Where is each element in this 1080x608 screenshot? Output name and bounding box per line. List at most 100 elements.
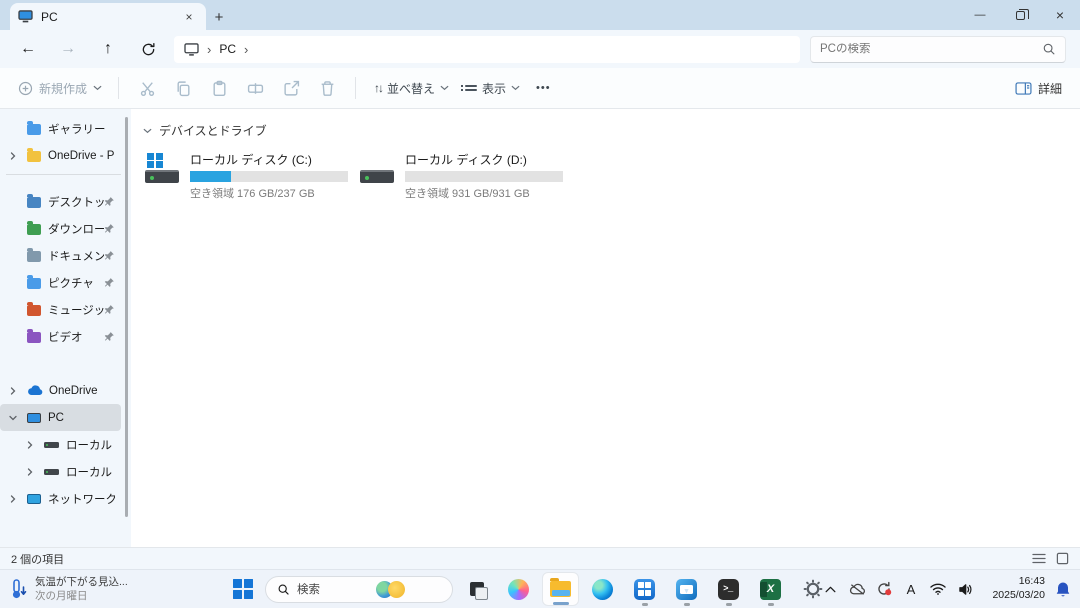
explorer-tab-bar: PC × + — × bbox=[0, 0, 1080, 30]
new-button[interactable]: 新規作成 bbox=[12, 80, 108, 97]
tab-pc[interactable]: PC × bbox=[10, 3, 206, 30]
copy-button[interactable] bbox=[165, 73, 201, 103]
windows-logo-icon bbox=[147, 153, 163, 169]
wifi-button[interactable] bbox=[929, 578, 947, 600]
edge-button[interactable] bbox=[584, 572, 621, 606]
drive-usage-fill bbox=[190, 171, 231, 182]
sidebar-item-label: ローカル ディスク ( bbox=[66, 464, 115, 480]
new-tab-button[interactable]: + bbox=[206, 4, 232, 30]
forward-button[interactable]: → bbox=[54, 35, 82, 63]
sidebar-item-pictures[interactable]: ピクチャ bbox=[0, 269, 121, 296]
section-label: デバイスとドライブ bbox=[159, 122, 267, 139]
drive-tile-d[interactable]: ローカル ディスク (D:) 空き領域 931 GB/931 GB bbox=[358, 150, 573, 201]
breadcrumb-chevron-icon[interactable]: › bbox=[244, 42, 248, 57]
file-list-area[interactable]: デバイスとドライブ ローカル ディスク (C:) 空き領域 176 GB/237… bbox=[131, 109, 1080, 547]
sidebar-divider bbox=[6, 174, 121, 175]
sidebar-item-disk-d[interactable]: ローカル ディスク ( bbox=[0, 458, 121, 485]
sort-button-label: 並べ替え bbox=[387, 80, 435, 97]
window-controls: — × bbox=[960, 0, 1080, 30]
sidebar-item-disk-c[interactable]: ローカル ディスク ( bbox=[0, 431, 121, 458]
cut-button[interactable] bbox=[129, 73, 165, 103]
paste-button[interactable] bbox=[201, 73, 237, 103]
sidebar-item-downloads[interactable]: ダウンロード bbox=[0, 215, 121, 242]
search-input[interactable] bbox=[820, 43, 1042, 55]
sidebar-item-desktop[interactable]: デスクトップ bbox=[0, 188, 121, 215]
refresh-icon bbox=[141, 42, 156, 57]
breadcrumb-item-pc[interactable]: PC bbox=[219, 42, 236, 56]
start-button[interactable] bbox=[226, 572, 260, 606]
details-pane-button[interactable]: 詳細 bbox=[1009, 80, 1068, 97]
sidebar-item-videos[interactable]: ビデオ bbox=[0, 323, 121, 350]
chevron-right-icon bbox=[9, 152, 17, 160]
clock-date: 2025/03/20 bbox=[983, 589, 1045, 603]
update-status-button[interactable] bbox=[875, 578, 893, 600]
onedrive-folder-icon bbox=[27, 151, 41, 162]
weather-subtext: 次の月曜日 bbox=[35, 589, 128, 603]
sidebar-item-label: PC bbox=[48, 412, 115, 424]
copilot-button[interactable] bbox=[500, 572, 537, 606]
running-indicator bbox=[642, 603, 648, 606]
details-view-icon[interactable] bbox=[1032, 553, 1046, 564]
ime-indicator[interactable]: A bbox=[902, 578, 920, 600]
taskbar-search-label: 検索 bbox=[297, 581, 369, 597]
tab-close-icon[interactable]: × bbox=[180, 8, 198, 26]
taskbar-clock[interactable]: 16:43 2025/03/20 bbox=[983, 575, 1045, 602]
status-bar: 2 個の項目 bbox=[0, 547, 1080, 569]
breadcrumb[interactable]: › PC › bbox=[174, 36, 800, 63]
file-explorer-button[interactable] bbox=[542, 572, 579, 606]
sidebar-item-onedrive[interactable]: OneDrive bbox=[0, 377, 121, 404]
store-button[interactable] bbox=[626, 572, 663, 606]
terminal-button[interactable]: >_ bbox=[710, 572, 747, 606]
task-view-button[interactable] bbox=[458, 572, 495, 606]
onedrive-status-button[interactable] bbox=[848, 578, 866, 600]
sort-button[interactable]: ↑↓ 並べ替え bbox=[366, 73, 457, 103]
large-icons-view-icon[interactable] bbox=[1056, 552, 1069, 565]
outlook-button[interactable] bbox=[668, 572, 705, 606]
sidebar-item-pc[interactable]: PC bbox=[0, 404, 121, 431]
tray-overflow-button[interactable] bbox=[821, 578, 839, 600]
drive-icon bbox=[44, 469, 59, 475]
file-explorer-icon bbox=[550, 581, 571, 597]
chevron-down-icon bbox=[9, 414, 17, 422]
pc-monitor-icon bbox=[18, 10, 33, 23]
drive-c-icon bbox=[143, 150, 181, 186]
details-button-label: 詳細 bbox=[1038, 80, 1062, 97]
sidebar-item-network[interactable]: ネットワーク bbox=[0, 485, 121, 512]
section-devices-and-drives[interactable]: デバイスとドライブ bbox=[143, 122, 1080, 139]
notifications-button[interactable] bbox=[1054, 578, 1072, 600]
excel-button[interactable]: X bbox=[752, 572, 789, 606]
volume-button[interactable] bbox=[956, 578, 974, 600]
more-options-button[interactable]: ••• bbox=[528, 82, 559, 94]
view-button[interactable]: 表示 bbox=[457, 73, 528, 103]
weather-widget[interactable]: 気温が下がる見込... 次の月曜日 bbox=[0, 570, 138, 608]
drive-usage-bar bbox=[405, 171, 563, 182]
excel-icon: X bbox=[760, 579, 781, 600]
minimize-button[interactable]: — bbox=[960, 0, 1000, 30]
rename-icon bbox=[247, 80, 264, 97]
taskbar-search[interactable]: 検索 bbox=[265, 576, 453, 603]
up-button[interactable]: ↑ bbox=[94, 35, 122, 63]
drive-free-space: 空き領域 176 GB/237 GB bbox=[190, 185, 358, 201]
refresh-button[interactable] bbox=[134, 35, 162, 63]
tab-title: PC bbox=[41, 10, 172, 24]
back-button[interactable]: ← bbox=[14, 35, 42, 63]
system-tray: A 16:43 2025/03/20 bbox=[821, 570, 1076, 608]
sidebar-scrollbar[interactable] bbox=[125, 117, 128, 517]
sidebar-item-onedrive-personal[interactable]: OneDrive - Perso bbox=[0, 142, 121, 169]
notification-bell-icon bbox=[1055, 581, 1071, 598]
sidebar-item-music[interactable]: ミュージック bbox=[0, 296, 121, 323]
restore-button[interactable] bbox=[1000, 0, 1040, 30]
drive-d-icon bbox=[358, 150, 396, 186]
sidebar-item-label: ダウンロード bbox=[48, 221, 104, 237]
drive-list: ローカル ディスク (C:) 空き領域 176 GB/237 GB ローカル デ… bbox=[143, 150, 1080, 201]
copy-icon bbox=[175, 80, 192, 97]
delete-button[interactable] bbox=[309, 73, 345, 103]
search-box[interactable] bbox=[810, 36, 1066, 63]
rename-button[interactable] bbox=[237, 73, 273, 103]
close-button[interactable]: × bbox=[1040, 0, 1080, 30]
sidebar-item-gallery[interactable]: ギャラリー bbox=[0, 115, 121, 142]
sidebar-item-documents[interactable]: ドキュメント bbox=[0, 242, 121, 269]
share-button[interactable] bbox=[273, 73, 309, 103]
chevron-down-icon bbox=[440, 85, 449, 91]
drive-tile-c[interactable]: ローカル ディスク (C:) 空き領域 176 GB/237 GB bbox=[143, 150, 358, 201]
